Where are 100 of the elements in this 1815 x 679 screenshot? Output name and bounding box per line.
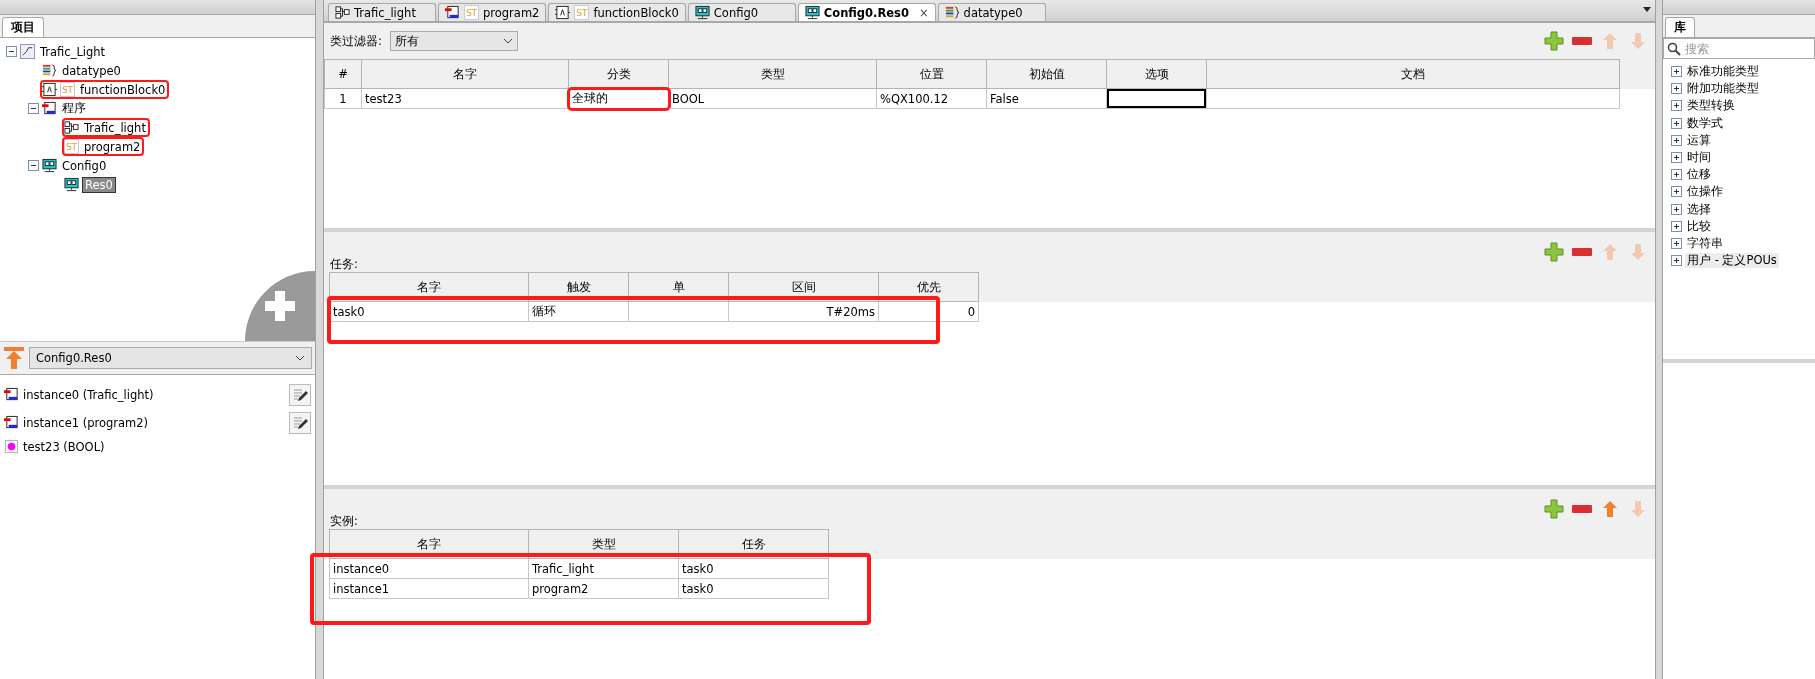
file-type-badge: ST [64, 139, 79, 154]
up-arrow-icon [3, 345, 25, 370]
table-cell: program2 [529, 579, 679, 599]
collapse-toggle[interactable] [6, 46, 17, 57]
expand-toggle[interactable] [1671, 169, 1682, 181]
tree-item[interactable]: 程序 [60, 101, 88, 116]
tab-label: Config0 [713, 5, 759, 20]
collapse-toggle[interactable] [28, 103, 39, 114]
editor-tab[interactable]: ST functionBlock0 [548, 3, 686, 21]
column-header[interactable]: 位置 [877, 59, 987, 89]
data-type-icon [42, 63, 57, 78]
table-cell: task0 [679, 559, 829, 579]
monitor-icon [64, 177, 79, 192]
resource-dropdown[interactable]: Config0.Res0 [29, 346, 312, 369]
expand-toggle[interactable] [1671, 66, 1682, 78]
tree-item[interactable]: program2 [82, 139, 143, 154]
column-header[interactable]: 类型 [669, 59, 877, 89]
tab-label: program2 [483, 5, 540, 20]
expand-toggle[interactable] [1671, 203, 1682, 215]
tree-item[interactable]: 比较 [1685, 218, 1713, 234]
table-cell: 全球的 [569, 89, 669, 109]
list-item[interactable]: test23 (BOOL) [23, 439, 105, 454]
tab-label: Trafic_light [354, 5, 416, 20]
column-header[interactable]: 优先 [879, 272, 979, 302]
function-block-icon [555, 5, 571, 20]
collapse-toggle[interactable] [28, 160, 39, 171]
table-cell: False [987, 89, 1107, 109]
editor-tab[interactable]: Config0.Res0 × [797, 3, 936, 21]
column-header[interactable]: 名字 [362, 59, 569, 89]
tree-item[interactable]: functionBlock0 [78, 82, 168, 97]
monitor-icon [804, 5, 820, 20]
expand-toggle[interactable] [1671, 220, 1682, 232]
plus-icon [265, 290, 295, 321]
column-header[interactable]: 选项 [1107, 59, 1207, 89]
panel-tab[interactable]: 项目 [2, 17, 44, 37]
plus-icon [1544, 242, 1564, 262]
table-cell: %QX100.12 [877, 89, 987, 109]
monitor-icon [42, 158, 57, 173]
caret-icon [295, 354, 305, 361]
editor-tab[interactable]: ST program2 [438, 3, 547, 21]
expand-toggle[interactable] [1671, 83, 1682, 95]
section-label: 实例: [330, 514, 358, 529]
table-cell: Trafic_light [529, 559, 679, 579]
editor-tab[interactable]: Config0 [687, 3, 796, 21]
tree-item[interactable]: Trafic_Light [38, 44, 108, 59]
menu-caret-icon[interactable] [1643, 7, 1651, 12]
table-cell: task0 [679, 579, 829, 599]
editor-tab[interactable]: datatype0 [937, 3, 1046, 21]
tree-item[interactable]: 位操作 [1685, 184, 1725, 200]
list-item[interactable]: instance1 (program2) [23, 415, 149, 430]
tree-item[interactable]: 时间 [1685, 150, 1713, 166]
plc-icon [20, 44, 35, 59]
tree-item[interactable]: 数学式 [1685, 115, 1725, 131]
monitor-icon [694, 5, 710, 20]
expand-toggle[interactable] [1671, 186, 1682, 198]
tree-item[interactable]: 运算 [1685, 132, 1713, 148]
tree-item[interactable]: 用户 - 定义POUs [1685, 253, 1779, 269]
program-icon [445, 5, 460, 20]
edit-button[interactable] [289, 383, 311, 406]
table-cell: instance1 [329, 579, 529, 599]
column-header[interactable]: # [324, 59, 362, 89]
editor-tab[interactable]: Trafic_light [328, 3, 436, 21]
tree-item[interactable]: 附加功能类型 [1685, 81, 1761, 97]
tree-item[interactable]: datatype0 [60, 63, 123, 78]
filter-label: 类过滤器: [330, 33, 382, 49]
filter-dropdown[interactable]: 所有 [389, 31, 518, 51]
caret-icon [502, 38, 513, 44]
tree-item[interactable]: Config0 [60, 158, 109, 173]
table-cell: test23 [362, 89, 569, 109]
section-label: 任务: [330, 257, 358, 272]
file-type-badge: ST [574, 5, 590, 20]
column-header[interactable]: 文档 [1207, 59, 1620, 89]
expand-toggle[interactable] [1671, 100, 1682, 112]
file-type-badge: ST [464, 5, 479, 20]
panel-tab[interactable]: 库 [1665, 17, 1695, 37]
tree-item[interactable]: Trafic_light [82, 120, 148, 135]
tab-label: Config0.Res0 [823, 5, 909, 20]
tree-item[interactable]: 标准功能类型 [1685, 64, 1761, 80]
column-header[interactable]: 初始值 [987, 59, 1107, 89]
program-icon [4, 387, 19, 402]
expand-toggle[interactable] [1671, 117, 1682, 129]
table-cell: 循环 [529, 302, 629, 322]
tree-item[interactable]: 选择 [1685, 201, 1713, 217]
program-icon [4, 415, 19, 430]
expand-toggle[interactable] [1671, 152, 1682, 164]
close-button[interactable]: × [918, 5, 929, 20]
edit-button[interactable] [289, 411, 311, 434]
expand-toggle[interactable] [1671, 237, 1682, 249]
list-item[interactable]: instance0 (Trafic_light) [23, 387, 154, 402]
column-header[interactable]: 分类 [569, 59, 669, 89]
search-field[interactable]: 搜索 [1663, 38, 1815, 59]
cell-editor[interactable] [1107, 89, 1207, 109]
expand-toggle[interactable] [1671, 134, 1682, 146]
diagram-icon [64, 120, 79, 135]
tree-item[interactable]: 位移 [1685, 167, 1713, 183]
tree-item[interactable]: 类型转换 [1685, 98, 1737, 114]
tree-item[interactable]: 字符串 [1685, 235, 1725, 251]
expand-toggle[interactable] [1671, 255, 1682, 267]
table-cell: BOOL [669, 89, 877, 109]
plus-icon [1544, 499, 1564, 519]
